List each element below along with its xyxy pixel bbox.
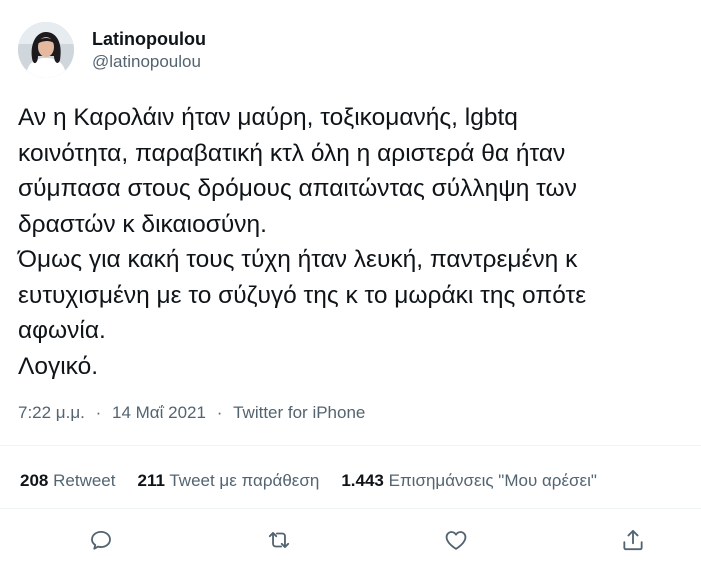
like-count-label: Επισημάνσεις "Μου αρέσει": [388, 471, 597, 490]
quote-count-number: 211: [137, 471, 165, 490]
meta-separator: ·: [95, 403, 102, 422]
display-name[interactable]: Latinopoulou: [92, 28, 206, 51]
divider: [0, 508, 701, 509]
retweet-count-label: Retweet: [53, 471, 116, 490]
retweet-icon: [268, 532, 290, 548]
reply-icon: [91, 530, 111, 550]
tweet-text-line: κοινότητα, παραβατική κτλ όλη η αριστερά…: [18, 139, 566, 167]
tweet-stats: 208 Retweet 211 Tweet με παράθεση 1.443 …: [20, 470, 619, 492]
divider: [0, 445, 701, 446]
tweet-time[interactable]: 7:22 μ.μ.: [18, 403, 85, 422]
tweet-header: Latinopoulou @latinopoulou: [18, 18, 206, 82]
like-count-number: 1.443: [341, 471, 384, 490]
author-names: Latinopoulou @latinopoulou: [92, 28, 206, 73]
quote-count-label: Tweet με παράθεση: [169, 471, 320, 490]
like-count[interactable]: 1.443 Επισημάνσεις "Μου αρέσει": [341, 470, 597, 492]
like-button[interactable]: [441, 525, 471, 555]
tweet-text-line: Λογικό.: [18, 352, 99, 380]
tweet-text-line: Όμως για κακή τους τύχη ήταν λευκή, παντ…: [18, 246, 578, 273]
tweet-text: Αν η Καρολάιν ήταν μαύρη, τοξικομανής, l…: [18, 100, 688, 384]
tweet-date[interactable]: 14 Μαΐ 2021: [112, 403, 206, 422]
tweet-text-line: Αν η Καρολάιν ήταν μαύρη, τοξικομανής, l…: [18, 104, 518, 131]
meta-separator: ·: [216, 403, 223, 422]
retweet-button[interactable]: [264, 525, 294, 555]
user-handle[interactable]: @latinopoulou: [92, 51, 206, 73]
retweet-count-number: 208: [20, 471, 49, 490]
tweet-text-line: αφωνία.: [18, 317, 106, 344]
like-icon: [445, 531, 467, 550]
avatar[interactable]: [18, 22, 74, 78]
tweet-text-line: δραστών κ δικαιοσύνη.: [18, 210, 267, 238]
share-icon: [623, 529, 643, 551]
share-button[interactable]: [618, 525, 648, 555]
tweet-card: Latinopoulou @latinopoulou Αν η Καρολάιν…: [0, 0, 701, 563]
retweet-count[interactable]: 208 Retweet: [20, 470, 115, 492]
tweet-text-line: ευτυχισμένη με το σύζυγό της κ το μωράκι…: [18, 281, 587, 309]
tweet-metadata: 7:22 μ.μ. · 14 Μαΐ 2021 · Twitter for iP…: [18, 402, 365, 424]
quote-count[interactable]: 211 Tweet με παράθεση: [137, 470, 319, 492]
tweet-text-line: σύμπασα στους δρόμους απαιτώντας σύλληψη…: [18, 175, 577, 202]
reply-button[interactable]: [86, 525, 116, 555]
tweet-source[interactable]: Twitter for iPhone: [233, 403, 365, 422]
tweet-actions: [0, 525, 701, 555]
